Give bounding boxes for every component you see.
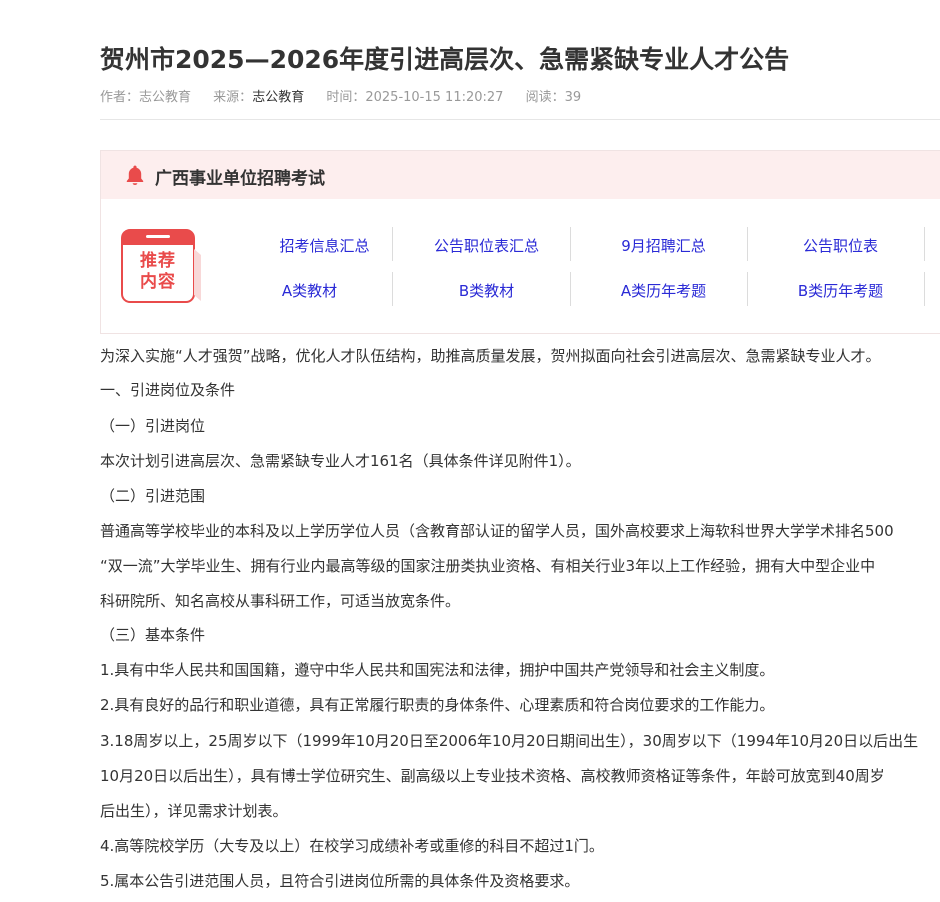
time-label: 时间： [326, 90, 366, 105]
body-paragraph: 2.具有良好的品行和职业道德，具有正常履行职责的身体条件、心理素质和符合岗位要求… [100, 696, 775, 714]
views-value: 39 [564, 90, 582, 105]
time-value: 2025-10-15 11:20:27 [365, 90, 504, 105]
article-title: 贺州市2025—2026年度引进高层次、急需紧缺专业人才公告 [100, 45, 790, 74]
link-separator [747, 272, 748, 306]
subsection-heading: （一）引进岗位 [100, 417, 206, 435]
link-separator [570, 272, 571, 306]
link-separator [924, 272, 925, 306]
subsection-heading: （三）基本条件 [100, 626, 206, 644]
body-paragraph: 5.属本公告引进范围人员，且符合引进岗位所需的具体条件及资格要求。 [100, 872, 580, 890]
recommend-title: 广西事业单位招聘考试 [155, 169, 325, 189]
badge-line-2: 内容 [140, 272, 176, 292]
section-heading: 一、引进岗位及条件 [100, 381, 236, 399]
link-notice-position-table[interactable]: 公告职位表 [753, 235, 928, 256]
body-paragraph: 普通高等学校毕业的本科及以上学历学位人员（含教育部认证的留学人员，国外高校要求上… [100, 522, 894, 540]
link-separator [392, 227, 393, 261]
article-page: 贺州市2025—2026年度引进高层次、急需紧缺专业人才公告 作者：志公教育 来… [0, 0, 940, 902]
body-paragraph: 10月20日以后出生），具有博士学位研究生、副高级以上专业技术资格、高校教师资格… [100, 767, 885, 785]
link-separator [570, 227, 571, 261]
bell-icon [126, 165, 144, 185]
source-label: 来源： [213, 90, 253, 105]
link-exam-info-summary[interactable]: 招考信息汇总 [237, 235, 412, 256]
views-info: 阅读：39 [526, 90, 582, 105]
link-separator [392, 272, 393, 306]
link-notice-position-summary[interactable]: 公告职位表汇总 [399, 235, 574, 256]
author-label: 作者： [100, 90, 140, 105]
link-separator [747, 227, 748, 261]
body-paragraph: 科研院所、知名高校从事科研工作，可适当放宽条件。 [100, 592, 461, 610]
article-meta: 作者：志公教育 来源：志公教育 时间：2025-10-15 11:20:27 阅… [100, 86, 599, 105]
source-value: 志公教育 [252, 90, 305, 105]
body-paragraph: 本次计划引进高层次、急需紧缺专业人才161名（具体条件详见附件1）。 [100, 452, 581, 470]
recommend-header: 广西事业单位招聘考试 [101, 151, 940, 199]
time-info: 时间：2025-10-15 11:20:27 [326, 90, 503, 105]
body-paragraph: 为深入实施“人才强贺”战略，优化人才队伍结构，助推高质量发展，贺州拟面向社会引进… [100, 347, 881, 365]
badge-text: 推荐 内容 [121, 251, 195, 293]
body-paragraph: 4.高等院校学历（大专及以上）在校学习成绩补考或重修的科目不超过1门。 [100, 837, 604, 855]
link-september-recruit-summary[interactable]: 9月招聘汇总 [576, 235, 751, 256]
recommend-badge: 推荐 内容 [121, 229, 203, 309]
author-info: 作者：志公教育 [100, 90, 191, 105]
badge-line-1: 推荐 [140, 251, 176, 271]
recommend-box: 广西事业单位招聘考试 推荐 内容 招考信息汇总 公告职位表汇总 9月招聘汇总 公… [100, 150, 940, 334]
author-value: 志公教育 [139, 90, 192, 105]
subsection-heading: （二）引进范围 [100, 487, 206, 505]
body-paragraph: 1.具有中华人民共和国国籍，遵守中华人民共和国宪法和法律，拥护中国共产党领导和社… [100, 661, 775, 679]
title-divider [100, 119, 940, 120]
source-info: 来源：志公教育 [213, 90, 304, 105]
link-a-textbook[interactable]: A类教材 [222, 280, 397, 301]
link-a-past-papers[interactable]: A类历年考题 [576, 280, 751, 301]
link-b-past-papers[interactable]: B类历年考题 [753, 280, 928, 301]
link-b-textbook[interactable]: B类教材 [399, 280, 574, 301]
link-separator [924, 227, 925, 261]
body-paragraph: 后出生），详见需求计划表。 [100, 802, 288, 820]
body-paragraph: “双一流”大学毕业生、拥有行业内最高等级的国家注册类执业资格、有相关行业3年以上… [100, 557, 876, 575]
views-label: 阅读： [525, 90, 565, 105]
body-paragraph: 3.18周岁以上，25周岁以下（1999年10月20日至2006年10月20日期… [100, 732, 919, 750]
